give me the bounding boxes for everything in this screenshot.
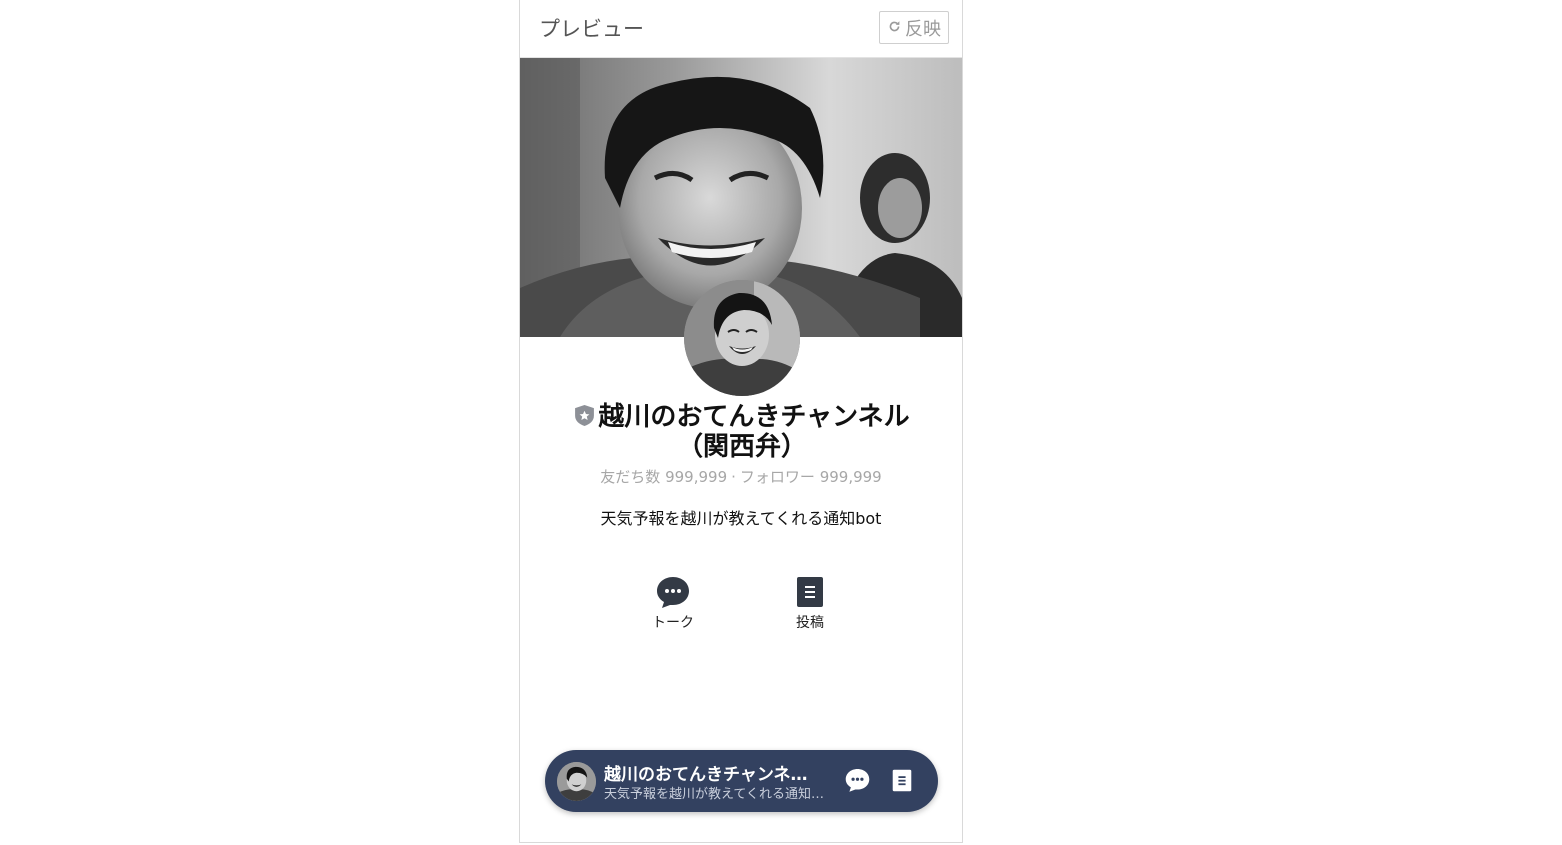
reflect-button[interactable]: 反映 (879, 11, 949, 44)
preview-panel: プレビュー 反映 越川のおてんきチャンネル（関西弁） 友だち数 999,999 … (519, 0, 963, 843)
posts-action[interactable]: 投稿 (770, 576, 850, 632)
document-icon[interactable] (892, 769, 912, 796)
talk-action[interactable]: トーク (633, 576, 713, 632)
chat-bubble-icon (633, 576, 713, 608)
floating-bar-description: 天気予報を越川が教えてくれる通知b… (604, 787, 830, 802)
stats-separator: · (731, 468, 736, 486)
friends-label: 友だち数 (600, 468, 661, 486)
followers-count: 999,999 (819, 468, 882, 486)
friends-count: 999,999 (665, 468, 728, 486)
posts-label: 投稿 (796, 615, 824, 631)
followers-label: フォロワー (739, 468, 815, 486)
reflect-label: 反映 (905, 18, 941, 40)
refresh-icon (888, 17, 901, 38)
profile-description: 天気予報を越川が教えてくれる通知bot (600, 509, 882, 528)
profile-avatar (684, 280, 800, 396)
verified-shield-icon (574, 404, 595, 427)
talk-label: トーク (652, 615, 694, 631)
chat-bubble-icon[interactable] (845, 768, 870, 796)
account-name: 越川のおてんきチャンネル（関西弁） (560, 402, 924, 462)
account-name-text: 越川のおてんきチャンネル（関西弁） (598, 402, 910, 462)
profile-stats: 友だち数 999,999 · フォロワー 999,999 (520, 466, 962, 487)
preview-header: プレビュー 反映 (520, 0, 962, 58)
document-icon (770, 576, 850, 608)
panel-title: プレビュー (539, 17, 644, 41)
floating-account-bar[interactable]: 越川のおてんきチャンネル… 天気予報を越川が教えてくれる通知b… (545, 750, 938, 812)
floating-bar-name: 越川のおてんきチャンネル… (604, 765, 824, 785)
mini-avatar (557, 762, 596, 801)
